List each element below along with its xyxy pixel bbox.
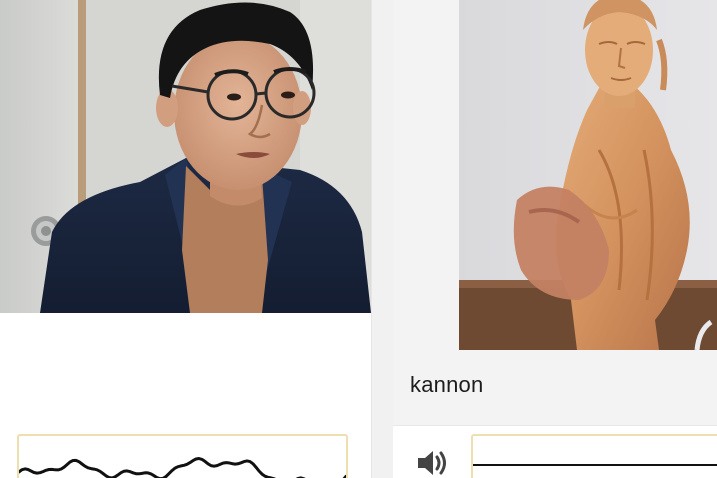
- audio-level-meter: [471, 434, 717, 478]
- predicted-class-label: kannon: [410, 372, 484, 397]
- webcam-panel: [0, 0, 371, 478]
- speaker-icon[interactable]: [415, 448, 449, 478]
- audio-level-line: [473, 464, 717, 466]
- webcam-video-feed: [0, 0, 371, 313]
- statue-preview-image: [459, 0, 717, 350]
- prediction-panel: kannon: [393, 0, 717, 478]
- audio-waveform: [19, 457, 346, 478]
- panel-divider: [371, 0, 394, 478]
- audio-waveform-box: [17, 434, 348, 478]
